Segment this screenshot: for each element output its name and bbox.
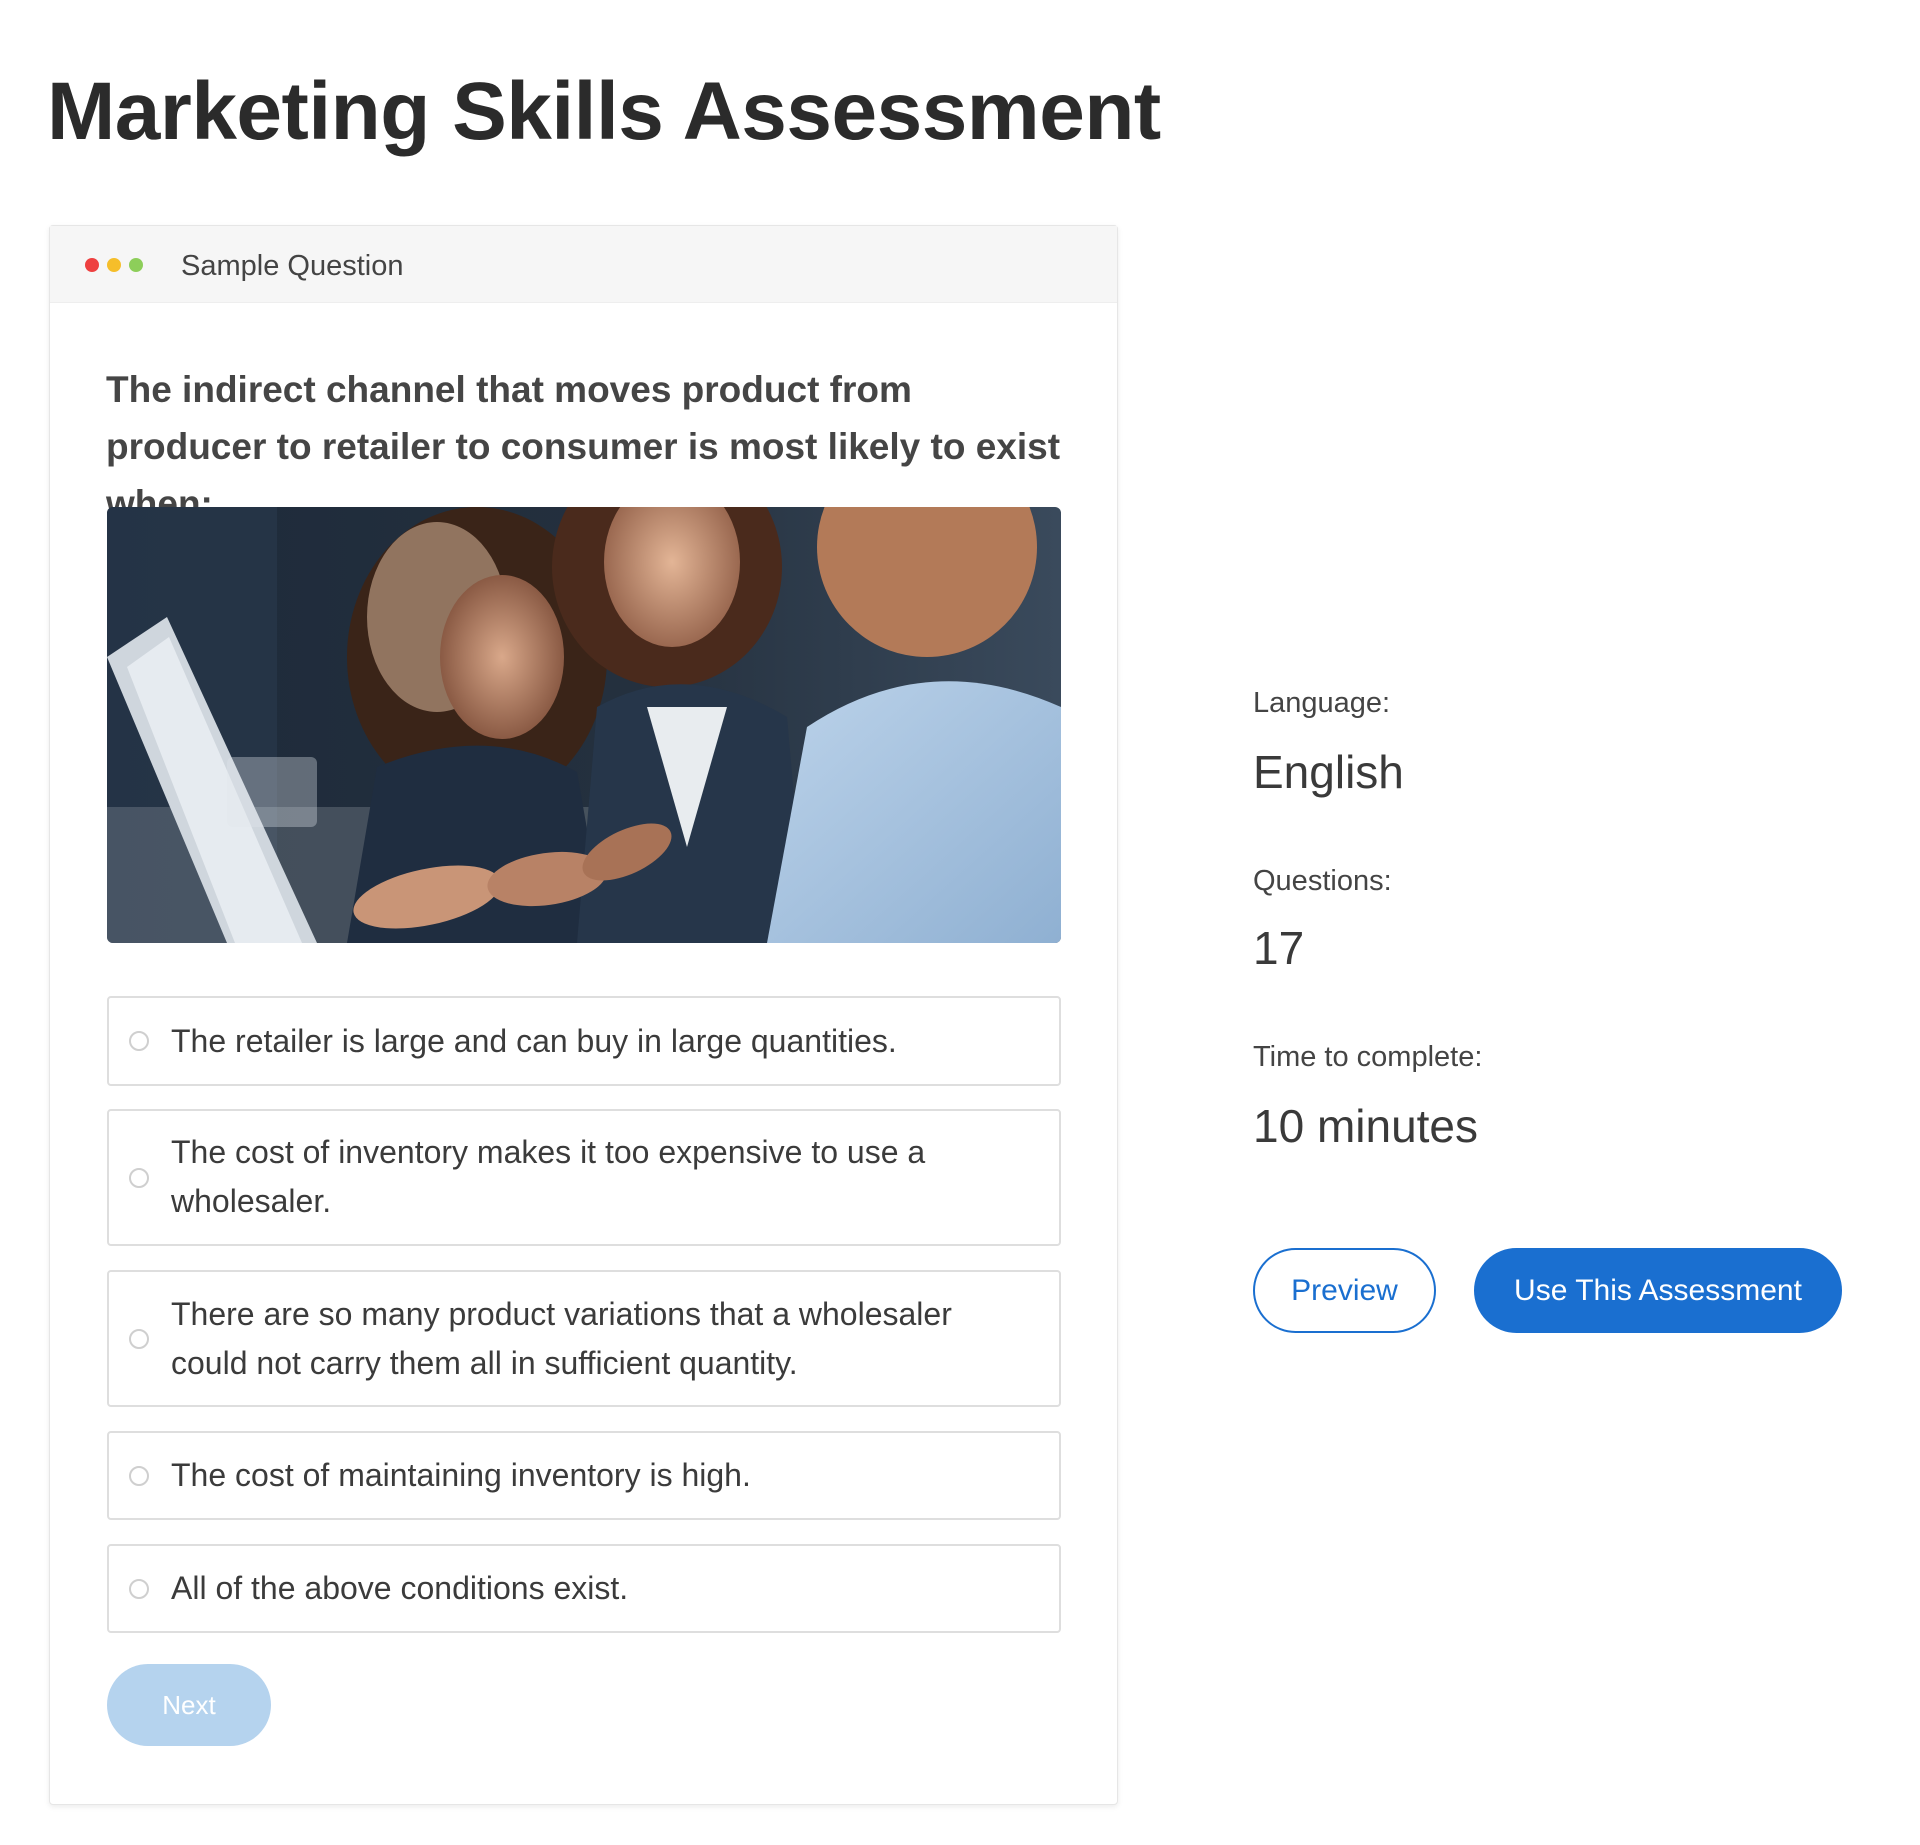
preview-button[interactable]: Preview <box>1253 1248 1436 1333</box>
radio-button[interactable] <box>129 1031 149 1051</box>
time-to-complete-value: 10 minutes <box>1253 1100 1479 1152</box>
card-header: Sample Question <box>50 226 1117 303</box>
window-dot-red <box>85 258 99 272</box>
answer-option-label: The cost of inventory makes it too expen… <box>171 1134 926 1219</box>
answer-option[interactable]: The cost of inventory makes it too expen… <box>107 1109 1061 1246</box>
next-button[interactable]: Next <box>107 1664 271 1746</box>
answer-option[interactable]: The retailer is large and can buy in lar… <box>107 996 1061 1086</box>
card-header-title: Sample Question <box>181 250 404 282</box>
use-this-assessment-button[interactable]: Use This Assessment <box>1474 1248 1842 1333</box>
radio-button[interactable] <box>129 1466 149 1486</box>
window-dot-green <box>129 258 143 272</box>
radio-button[interactable] <box>129 1168 149 1188</box>
radio-button[interactable] <box>129 1579 149 1599</box>
questions-label: Questions: <box>1253 865 1392 897</box>
language-label: Language: <box>1253 687 1391 719</box>
page-title: Marketing Skills Assessment <box>47 66 1161 157</box>
questions-value: 17 <box>1253 922 1305 974</box>
answer-option[interactable]: The cost of maintaining inventory is hig… <box>107 1431 1061 1520</box>
time-to-complete-label: Time to complete: <box>1253 1041 1483 1073</box>
question-image <box>107 507 1061 943</box>
answer-option-label: The cost of maintaining inventory is hig… <box>171 1457 751 1493</box>
answer-option-label: All of the above conditions exist. <box>171 1570 629 1606</box>
answer-option-label: The retailer is large and can buy in lar… <box>171 1023 897 1059</box>
radio-button[interactable] <box>129 1329 149 1349</box>
answer-option[interactable]: There are so many product variations tha… <box>107 1270 1061 1407</box>
language-value: English <box>1253 746 1404 798</box>
sample-question-card: Sample Question The indirect channel tha… <box>49 225 1118 1805</box>
window-dot-yellow <box>107 258 121 272</box>
answer-option[interactable]: All of the above conditions exist. <box>107 1544 1061 1633</box>
answer-option-label: There are so many product variations tha… <box>171 1296 952 1381</box>
